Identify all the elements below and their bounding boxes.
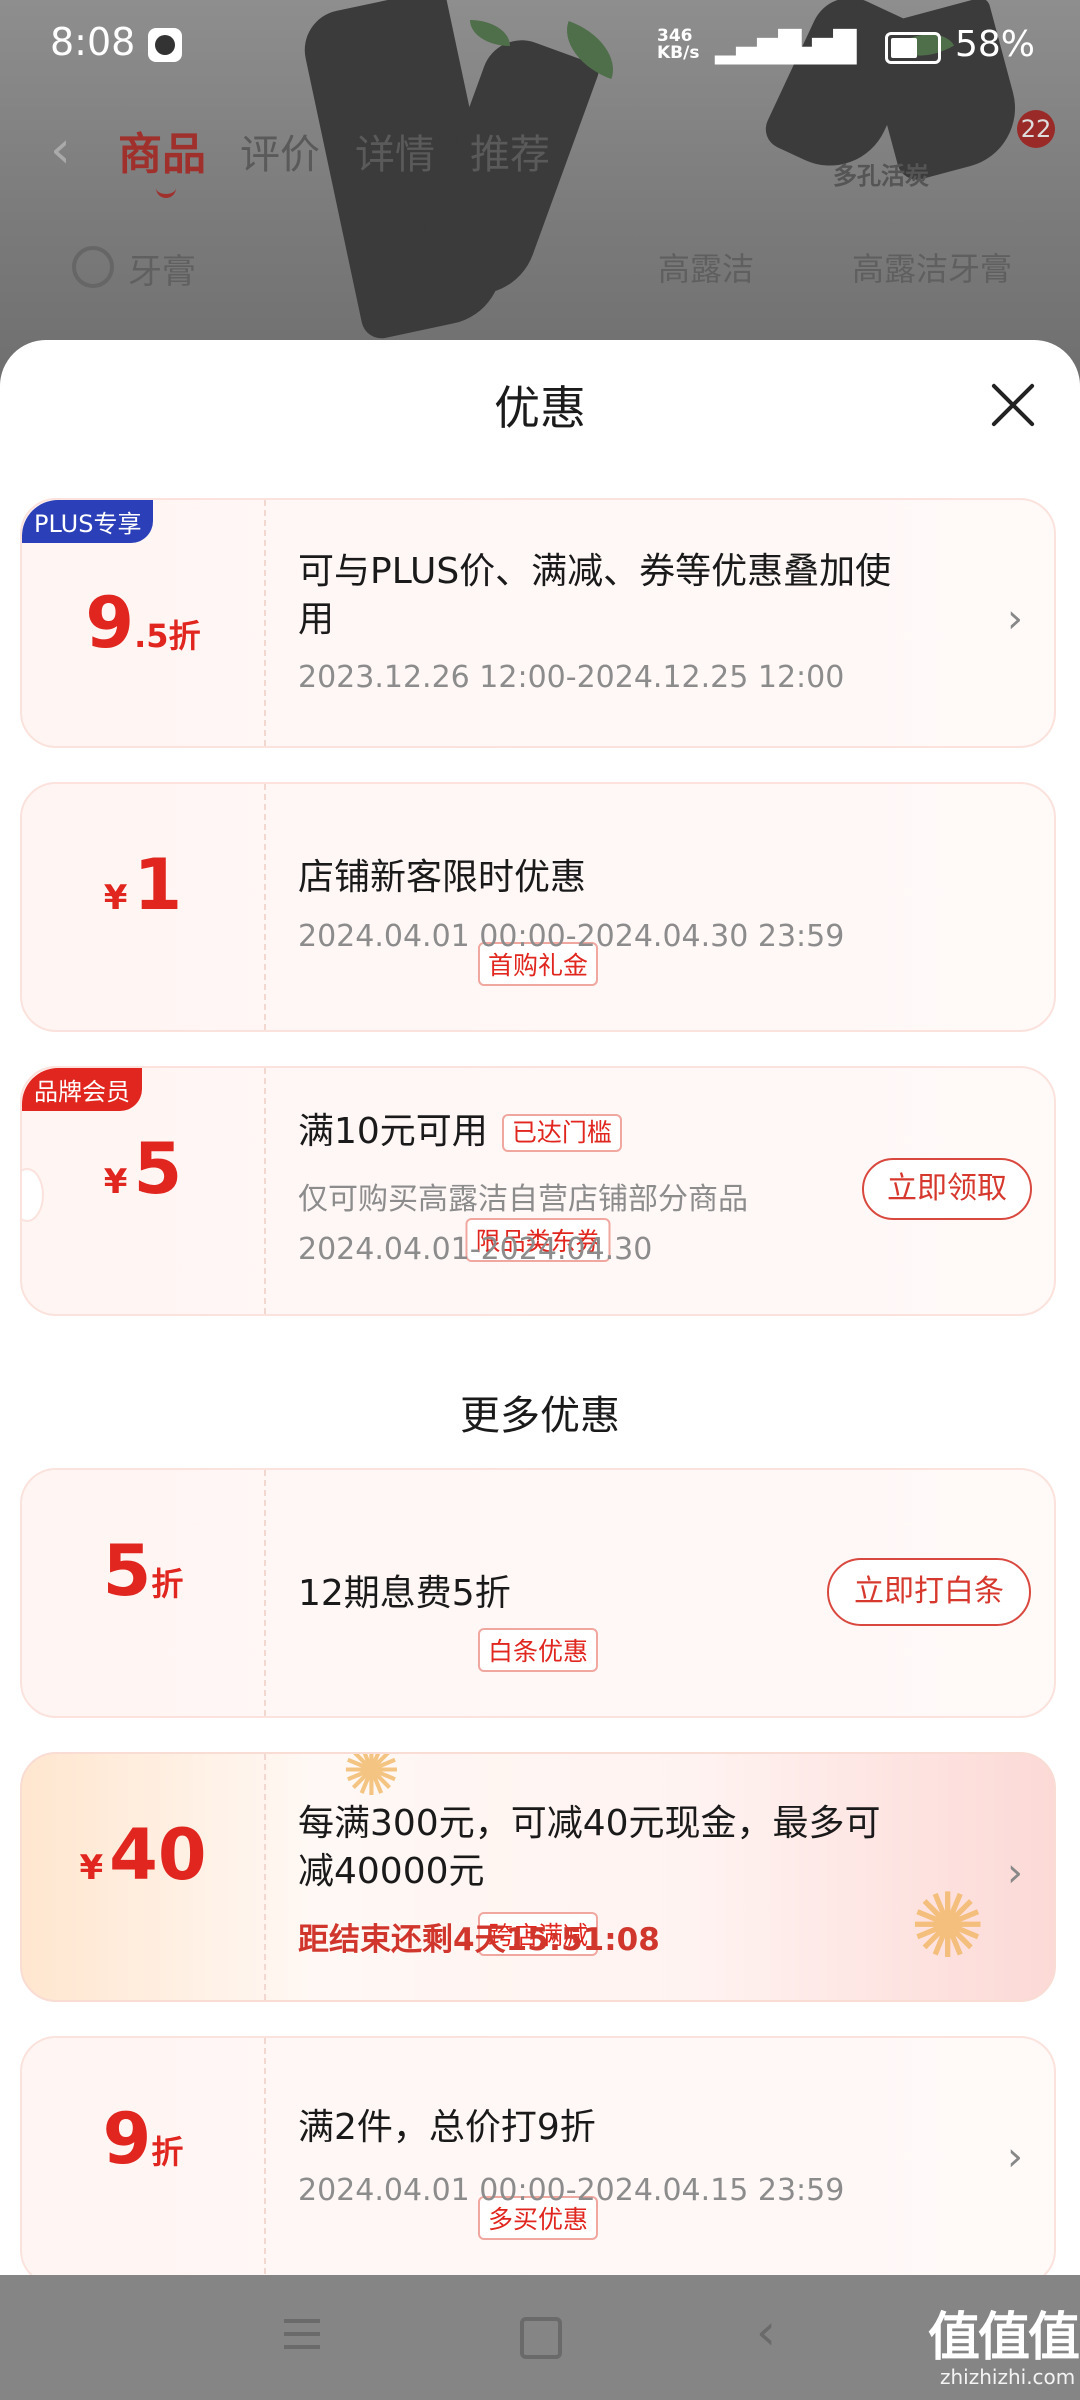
discount-value: ¥40: [79, 1814, 207, 1896]
chevron-right-icon[interactable]: ›: [1007, 2134, 1023, 2180]
home-icon[interactable]: [520, 2317, 562, 2359]
discount-value: 9折: [102, 2098, 184, 2180]
search-row: 牙膏 高露洁 高露洁牙膏: [0, 240, 1080, 300]
search-hint-1[interactable]: 高露洁: [658, 244, 754, 290]
product-top-nav: ‹ 商品 评价 详情 推荐 多孔活炭 22: [0, 110, 1080, 198]
battery-icon: [885, 32, 941, 64]
firework-decoration-2: ✺: [910, 1874, 986, 1979]
discount-bottom-sheet: 优惠 PLUS专享 9.5折 可与PLUS价、满减、券等优惠叠加使用 2023.…: [0, 340, 1080, 2275]
discount-value: ¥5: [103, 1128, 183, 1210]
discount-value: ¥1: [103, 844, 183, 926]
coupon-type-tag: 白条优惠: [477, 1628, 599, 1672]
discount-card-plus[interactable]: PLUS专享 9.5折 可与PLUS价、满减、券等优惠叠加使用 2023.12.…: [20, 498, 1056, 748]
discount-description: 满2件，总价打9折: [298, 2107, 596, 2148]
discount-description: 可与PLUS价、满减、券等优惠叠加使用: [298, 551, 892, 640]
battery-percent: 58%: [955, 24, 1036, 65]
threshold-met-tag: 已达门槛: [501, 1114, 622, 1152]
discount-date-range: 2024.04.01-2024.04.30: [298, 1232, 653, 1267]
network-speed: 346 KB/s: [657, 26, 700, 63]
system-nav-bar: ‹ 值值值 zhizhizhi.com: [0, 2275, 1080, 2400]
status-bar: 8:08 346 KB/s ▂▄▆█ ▂▄▆█ ◠ 58%: [0, 0, 1080, 96]
discount-value: 9.5折: [85, 582, 201, 664]
discount-description: 每满300元，可减40元现金，最多可减40000元: [298, 1803, 881, 1892]
search-query[interactable]: 牙膏: [128, 244, 196, 293]
use-baitiao-button[interactable]: 立即打白条: [827, 1558, 1031, 1626]
watermark-site: zhizhizhi.com: [940, 2365, 1076, 2389]
search-icon[interactable]: [72, 246, 114, 288]
tab-details[interactable]: 详情: [355, 122, 435, 180]
more-discounts-title: 更多优惠: [460, 1393, 620, 1439]
countdown-timer: 距结束还剩4天15:51:08: [298, 1922, 660, 1958]
tab-recommend[interactable]: 推荐: [470, 122, 550, 180]
clock-app-icon: [148, 28, 182, 62]
chevron-right-icon[interactable]: ›: [1007, 1850, 1023, 1896]
discount-card-multi-buy[interactable]: 9折 多买优惠 满2件，总价打9折 2024.04.01 00:00-2024.…: [20, 2036, 1056, 2275]
discount-description: 店铺新客限时优惠: [298, 857, 587, 898]
back-arrow-icon[interactable]: ‹: [50, 120, 71, 180]
discount-card-brand-member: 品牌会员 ¥5 限品类东券 满10元可用 已达门槛 仅可购买高露洁自营店铺部分商品…: [20, 1066, 1056, 1316]
discount-value: 5折: [102, 1530, 184, 1612]
coupon-threshold: 满10元可用 已达门槛: [298, 1108, 938, 1156]
recent-apps-icon[interactable]: [284, 2319, 320, 2349]
discount-date-range: 2024.04.01 00:00-2024.04.15 23:59: [298, 2173, 845, 2208]
tab-reviews[interactable]: 评价: [240, 122, 320, 180]
close-icon[interactable]: [990, 382, 1036, 428]
product-image-label: 多孔活炭: [833, 162, 929, 190]
coupon-scope: 仅可购买高露洁自营店铺部分商品: [298, 1182, 748, 1217]
discount-card-baitiao: 5折 白条优惠 12期息费5折 立即打白条: [20, 1468, 1056, 1718]
tab-product[interactable]: 商品: [118, 118, 206, 198]
chevron-right-icon[interactable]: ›: [1007, 596, 1023, 642]
sheet-title: 优惠: [494, 381, 586, 435]
discount-date-range: 2023.12.26 12:00-2024.12.25 12:00: [298, 660, 845, 695]
claim-coupon-button[interactable]: 立即领取: [862, 1158, 1032, 1220]
discount-card-cross-store[interactable]: ✺ ✺ ¥40 跨店满减 每满300元，可减40元现金，最多可减40000元 距…: [20, 1752, 1056, 2002]
brand-member-badge: 品牌会员: [22, 1068, 142, 1111]
plus-exclusive-badge: PLUS专享: [22, 500, 154, 543]
discount-card-first-purchase[interactable]: ¥1 首购礼金 店铺新客限时优惠 2024.04.01 00:00-2024.0…: [20, 782, 1056, 1032]
wifi-icon: ◠: [826, 30, 854, 68]
status-time: 8:08: [50, 20, 136, 64]
discount-date-range: 2024.04.01 00:00-2024.04.30 23:59: [298, 919, 845, 954]
watermark-logo: 值值值: [928, 2308, 1080, 2368]
search-hint-2[interactable]: 高露洁牙膏: [852, 244, 1012, 290]
back-icon[interactable]: ‹: [756, 2303, 776, 2361]
cart-count-badge: 22: [1017, 110, 1055, 148]
